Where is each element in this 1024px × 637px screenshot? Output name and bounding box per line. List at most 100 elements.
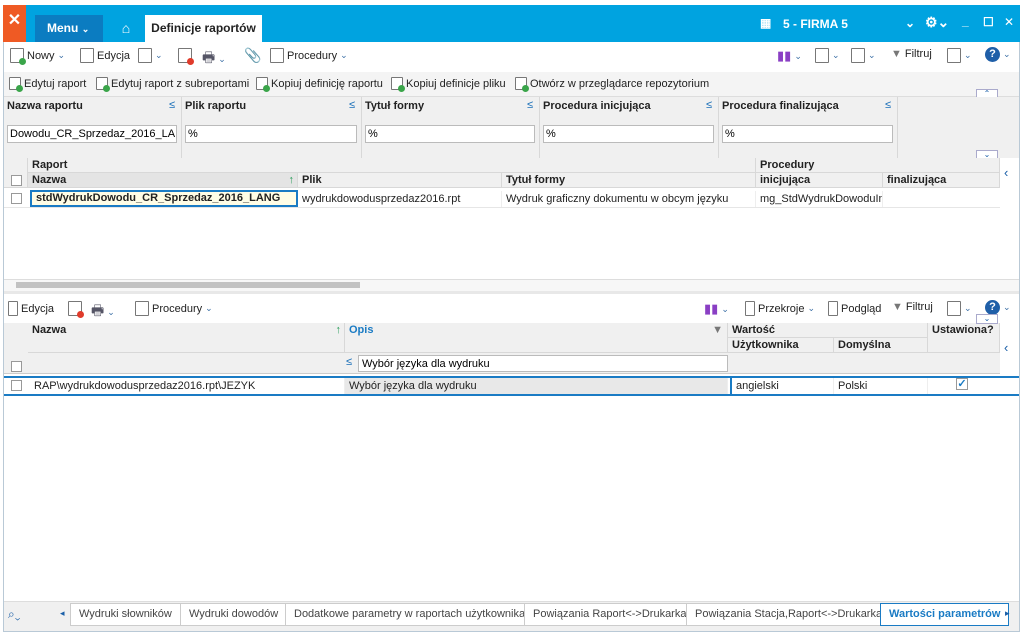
row-checkbox[interactable] [11,380,22,391]
scrollbar-thumb[interactable] [16,282,360,288]
col2-uzytkownika[interactable]: Użytkownika [728,338,834,353]
procedures-label: Procedury [287,49,338,62]
view-settings-param-button[interactable]: ⌄ [947,301,972,316]
tab-powiazania-raport-drukarka[interactable]: Powiązania Raport<->Drukarka [524,603,696,626]
filter-param-button[interactable]: ▼ Filtruj [892,301,933,313]
warnings-button[interactable]: ⌄ [851,48,876,63]
tab-wartosci-parametrow[interactable]: Wartości parametrów [880,603,1010,626]
filter-procedura-inicjujaca: Procedura inicjująca ≤ [540,97,719,158]
view-settings-icon [947,48,961,63]
cell-uzytkownika[interactable]: angielski [730,378,834,394]
side-panel-toggle-icon[interactable]: ‹ [1004,340,1008,355]
chart-button[interactable]: ▮▮ ⌄ [777,48,802,64]
col2-nazwa[interactable]: Nazwa ↑ [28,323,345,353]
label: Procedura inicjująca [543,100,651,112]
label: Nazwa raportu [7,100,83,112]
delete-icon [178,48,194,65]
copy-report-definition-button[interactable]: Kopiuj definicję raportu [256,77,383,92]
delete-button[interactable] [178,48,194,65]
preview-button[interactable]: Podgląd [828,301,881,316]
new-label: Nowy [27,49,55,62]
company-selector[interactable]: 5 - FIRMA 5 [783,17,848,31]
tab-wydruki-slownikow[interactable]: Wydruki słowników [70,603,181,626]
filter-tytul-input[interactable] [365,125,535,143]
group-wartosc: Wartość [728,323,928,338]
chart-param-button[interactable]: ▮▮ ⌄ [704,301,729,317]
home-icon[interactable]: ⌂ [112,15,140,42]
edit-param-button[interactable]: Edycja [8,301,54,316]
tab-dodatkowe-parametry[interactable]: Dodatkowe parametry w raportach użytkown… [285,603,535,626]
help-param-button[interactable]: ? ⌄ [985,300,1011,315]
procedures-param-button[interactable]: Procedury ⌄ [135,301,213,316]
select-all-checkbox-2[interactable] [11,361,22,372]
edit-button[interactable]: Edycja [80,48,130,63]
col-nazwa[interactable]: Nazwa ↑ [28,173,298,188]
tab-wydruki-dowodow[interactable]: Wydruki dowodów [180,603,288,626]
sections-button[interactable]: Przekroje ⌄ [745,301,815,316]
filter-final-input[interactable] [722,125,893,143]
gear-icon[interactable]: ⚙⌄ [925,15,949,29]
help-button[interactable]: ? ⌄ [985,47,1011,62]
side-panel-toggle-icon[interactable]: ‹ [1004,165,1008,180]
select-all-checkbox[interactable] [11,175,22,186]
row-checkbox[interactable] [11,193,22,204]
scroll-right-icon[interactable]: ▸ [1005,608,1010,619]
app-logo-icon[interactable]: ✕ [3,5,26,42]
scroll-left-icon[interactable]: ◂ [60,608,65,619]
procedures-icon [270,48,284,63]
label: Procedury [152,302,203,315]
desc-filter-input[interactable] [358,355,728,372]
group-raport: Raport [28,158,756,173]
label: Przekroje [758,302,805,315]
cell-nazwa[interactable]: stdWydrukDowodu_CR_Sprzedaz_2016_LANG [30,190,298,207]
expand-down-button[interactable]: ⌄ [976,314,998,324]
filter-procedura-finalizujaca: Procedura finalizująca ≤ [719,97,898,158]
col2-domyslna[interactable]: Domyślna [834,338,928,353]
minimize-button[interactable]: _ [962,14,969,28]
delete-param-button[interactable] [68,301,84,318]
col-finalizujaca[interactable]: finalizująca [883,173,1000,188]
apps-grid-icon[interactable]: ▦ [760,16,771,30]
col2-opis[interactable]: Opis ▼ [345,323,728,353]
print-param-button[interactable]: 🖶 ⌄ [91,300,115,324]
cell-opis[interactable]: Wybór języka dla wydruku [345,378,728,394]
new-button[interactable]: Nowy ⌄ [10,48,65,65]
filter-init-input[interactable] [543,125,714,143]
open-repository-button[interactable]: Otwórz w przeglądarce repozytorium [515,77,709,92]
ustawiona-checkbox[interactable]: ✓ [956,378,968,390]
filter-plik-input[interactable] [185,125,357,143]
cell-nazwa[interactable]: RAP\wydrukdowodusprzedaz2016.rpt\JEZYK [30,378,345,394]
filter-tytul-formy: Tytuł formy ≤ [362,97,540,158]
edit-report-button[interactable]: Edytuj raport [9,77,86,92]
filter-button[interactable]: ▼ Filtruj [891,48,932,60]
filter-operator-icon[interactable]: ≤ [346,356,352,368]
maximize-button[interactable]: ☐ [983,15,994,29]
label: Plik raportu [185,100,247,112]
procedures-button[interactable]: Procedury ⌄ [270,48,348,63]
layout-button[interactable]: ⌄ [815,48,840,63]
edit-report-subreports-button[interactable]: Edytuj raport z subreportami [96,77,250,92]
print-button[interactable]: 🖶 ⌄ [202,47,226,71]
col-tytul[interactable]: Tytuł formy [502,173,756,188]
col-inicjujaca[interactable]: inicjująca [756,173,883,188]
menu-button[interactable]: Menu ⌄ [35,15,103,42]
filter-nazwa-input[interactable] [7,125,177,143]
cell-plik[interactable]: wydrukdowodusprzedaz2016.rpt [298,191,502,207]
view-settings-button[interactable]: ⌄ [947,48,972,63]
label: Edytuj raport z subreportami [111,77,250,90]
cell-domyslna[interactable]: Polski [834,378,928,394]
col-plik[interactable]: Plik [298,173,502,188]
tab-definicje-raportow[interactable]: Definicje raportów [145,15,262,42]
cell-tytul[interactable]: Wydruk graficzny dokumentu w obcym język… [502,191,756,207]
cell-inicjujaca[interactable]: mg_StdWydrukDowoduInit [756,191,883,207]
attachment-icon[interactable]: 📎 [244,47,261,64]
search-tabs-icon[interactable]: ⌕⌄ [8,607,20,622]
tab-powiazania-stacja[interactable]: Powiązania Stacja,Raport<->Drukarka [686,603,892,626]
copy-file-definition-button[interactable]: Kopiuj definicje pliku [391,77,506,92]
search-button[interactable]: ⌄ [138,48,163,63]
menu-label: Menu [47,21,79,35]
close-button[interactable]: ✕ [1004,15,1014,29]
col2-ustawiona[interactable]: Ustawiona? [928,323,1000,353]
splitter[interactable] [4,291,1019,294]
chevron-down-icon[interactable]: ⌄ [905,16,915,30]
